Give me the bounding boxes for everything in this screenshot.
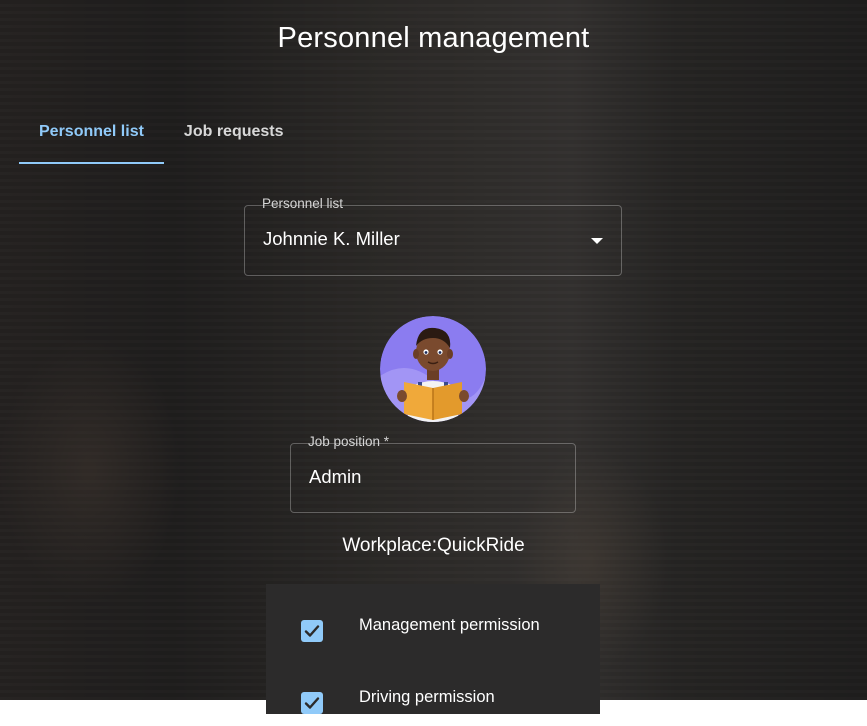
personnel-select-value: Johnnie K. Miller: [263, 228, 400, 249]
management-permission-checkbox[interactable]: [301, 620, 323, 642]
personnel-select-label: Personnel list: [262, 196, 344, 211]
job-position-label: Job position *: [308, 434, 390, 449]
avatar: [380, 316, 486, 422]
tab-job-requests[interactable]: Job requests: [164, 100, 304, 162]
driving-permission-checkbox[interactable]: [301, 692, 323, 714]
permissions-panel: Management permission Driving permission: [266, 584, 600, 714]
personnel-management-panel: Personnel management Personnel list Job …: [0, 0, 867, 714]
workplace-text: Workplace:QuickRide: [342, 535, 525, 556]
management-permission-label: Management permission: [359, 616, 540, 634]
job-position-field[interactable]: Job position * Admin: [290, 434, 576, 513]
driving-permission-label: Driving permission: [359, 688, 495, 706]
avatar-reading-boy-icon: [380, 316, 486, 422]
personnel-select[interactable]: Personnel list Johnnie K. Miller: [244, 196, 622, 276]
permission-row-management[interactable]: Management permission: [266, 606, 600, 654]
tab-bar: Personnel list Job requests: [19, 100, 304, 164]
checkmark-icon: [304, 625, 320, 637]
checkmark-icon: [304, 697, 320, 709]
tab-personnel-list[interactable]: Personnel list: [19, 100, 164, 164]
dropdown-arrow-icon[interactable]: [591, 238, 603, 244]
permission-row-driving[interactable]: Driving permission: [266, 678, 600, 726]
page-title: Personnel management: [277, 22, 590, 54]
job-position-value: Admin: [309, 466, 362, 487]
